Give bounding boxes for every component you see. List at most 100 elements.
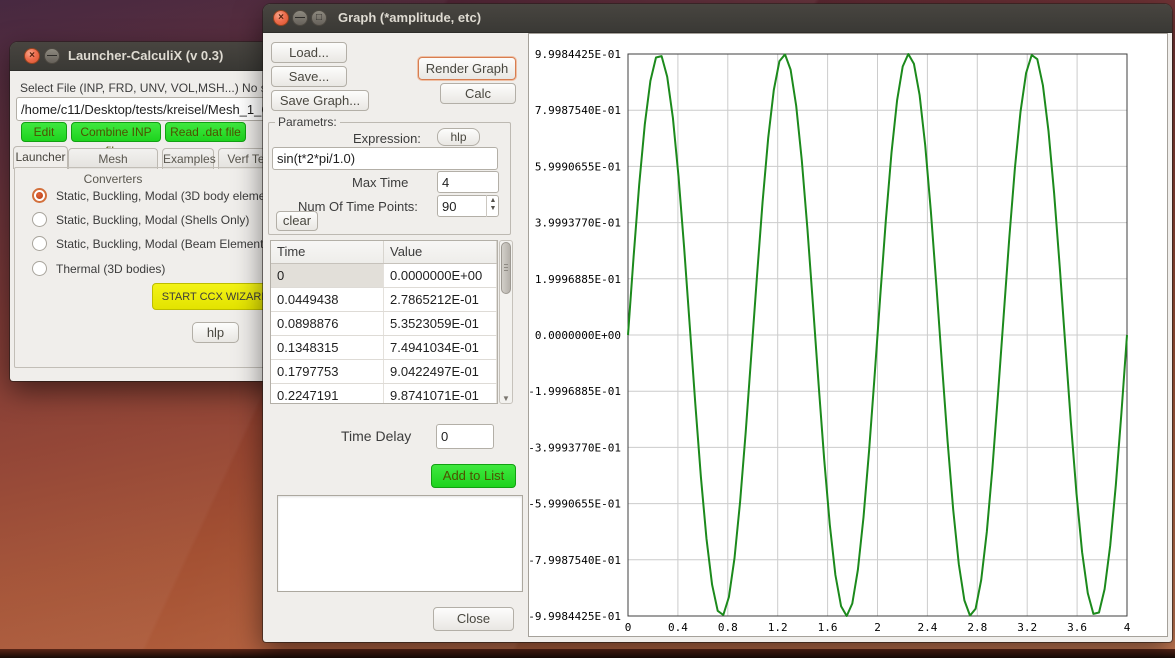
svg-text:3.2: 3.2 bbox=[1017, 621, 1037, 634]
edit-button[interactable]: Edit bbox=[21, 122, 67, 142]
time-delay-label: Time Delay bbox=[341, 428, 411, 444]
expression-input[interactable] bbox=[272, 147, 498, 170]
graph-window: × — □ Graph (*amplitude, etc) Load... Sa… bbox=[263, 4, 1172, 642]
radio-selected-icon[interactable] bbox=[32, 188, 47, 203]
table-row[interactable]: 0.17977539.0422497E-01 bbox=[271, 360, 497, 384]
minimize-icon[interactable]: — bbox=[292, 10, 308, 26]
launcher-window-title: Launcher-CalculiX (v 0.3) bbox=[68, 48, 223, 63]
radio-icon[interactable] bbox=[32, 261, 47, 276]
expression-help-button[interactable]: hlp bbox=[437, 128, 480, 146]
radio-option[interactable]: Thermal (3D bodies) bbox=[32, 260, 165, 276]
graph-titlebar[interactable]: × — □ Graph (*amplitude, etc) bbox=[263, 4, 1172, 33]
table-cell[interactable]: 0.1348315 bbox=[271, 336, 384, 359]
maximize-icon[interactable]: □ bbox=[311, 10, 327, 26]
table-row[interactable]: 0.22471919.8741071E-01 bbox=[271, 384, 497, 404]
tab-launcher[interactable]: Launcher bbox=[13, 146, 68, 169]
desktop-background: × — Launcher-CalculiX (v 0.3) Select Fil… bbox=[0, 0, 1175, 658]
bottom-edge-bar bbox=[0, 649, 1175, 658]
svg-text:0.0000000E+00: 0.0000000E+00 bbox=[535, 329, 621, 342]
save-button[interactable]: Save... bbox=[271, 66, 347, 87]
column-header-value[interactable]: Value bbox=[384, 241, 497, 263]
table-row[interactable]: 0.08988765.3523059E-01 bbox=[271, 312, 497, 336]
column-header-time[interactable]: Time bbox=[271, 241, 384, 263]
radio-option[interactable]: Static, Buckling, Modal (Beam Elements O… bbox=[32, 235, 289, 251]
expression-label: Expression: bbox=[353, 131, 421, 146]
table-row[interactable]: 0.13483157.4941034E-01 bbox=[271, 336, 497, 360]
close-icon[interactable]: × bbox=[24, 48, 40, 64]
svg-text:0: 0 bbox=[625, 621, 632, 634]
radio-icon[interactable] bbox=[32, 212, 47, 227]
radio-option-label: Thermal (3D bodies) bbox=[56, 262, 165, 276]
radio-icon[interactable] bbox=[32, 236, 47, 251]
time-value-table[interactable]: Time Value 00.0000000E+000.04494382.7865… bbox=[270, 240, 498, 404]
table-row[interactable]: 0.04494382.7865212E-01 bbox=[271, 288, 497, 312]
table-cell[interactable]: 0.2247191 bbox=[271, 384, 384, 404]
calc-button[interactable]: Calc bbox=[440, 83, 516, 104]
table-cell[interactable]: 5.3523059E-01 bbox=[384, 312, 497, 335]
graph-window-title: Graph (*amplitude, etc) bbox=[338, 10, 481, 25]
scroll-down-arrow-icon[interactable]: ▼ bbox=[500, 394, 512, 403]
svg-text:4: 4 bbox=[1124, 621, 1131, 634]
clear-button[interactable]: clear bbox=[276, 211, 318, 231]
amplitude-table-body: 00.0000000E+000.04494382.7865212E-010.08… bbox=[271, 264, 497, 404]
table-cell[interactable]: 7.4941034E-01 bbox=[384, 336, 497, 359]
svg-text:3.6: 3.6 bbox=[1067, 621, 1087, 634]
svg-text:5.9990655E-01: 5.9990655E-01 bbox=[535, 160, 621, 173]
svg-text:1.2: 1.2 bbox=[768, 621, 788, 634]
x-axis-tick-labels: 0 0.4 0.8 1.2 1.6 2 2.4 2.8 3.2 3.6 4 bbox=[625, 621, 1131, 634]
radio-option-label: Static, Buckling, Modal (Shells Only) bbox=[56, 213, 249, 227]
table-cell[interactable]: 0.0000000E+00 bbox=[384, 264, 497, 287]
svg-text:0.8: 0.8 bbox=[718, 621, 738, 634]
close-button[interactable]: Close bbox=[433, 607, 514, 631]
svg-text:9.9984425E-01: 9.9984425E-01 bbox=[535, 48, 621, 61]
table-scrollbar[interactable]: ▼ bbox=[499, 240, 513, 404]
svg-text:2.4: 2.4 bbox=[917, 621, 937, 634]
minimize-icon[interactable]: — bbox=[44, 48, 60, 64]
launcher-help-button[interactable]: hlp bbox=[192, 322, 239, 343]
spinner-arrows-icon[interactable]: ▲▼ bbox=[486, 195, 499, 217]
svg-text:-7.9987540E-01: -7.9987540E-01 bbox=[529, 554, 621, 567]
amplitude-plot-svg: 9.9984425E-01 7.9987540E-01 5.9990655E-01 3… bbox=[529, 34, 1167, 636]
add-to-list-button[interactable]: Add to List bbox=[431, 464, 516, 488]
radio-option-label: Static, Buckling, Modal (Beam Elements O… bbox=[56, 237, 289, 251]
table-row[interactable]: 00.0000000E+00 bbox=[271, 264, 497, 288]
combine-inp-files-button[interactable]: Combine INP files bbox=[71, 122, 161, 142]
load-button[interactable]: Load... bbox=[271, 42, 347, 63]
max-time-input[interactable] bbox=[437, 171, 499, 193]
read-dat-file-button[interactable]: Read .dat file bbox=[165, 122, 246, 142]
table-cell[interactable]: 0 bbox=[271, 264, 384, 287]
svg-text:2.8: 2.8 bbox=[967, 621, 987, 634]
amplitude-listbox[interactable] bbox=[277, 495, 523, 592]
tab-mesh-converters[interactable]: Mesh Converters bbox=[68, 148, 158, 169]
table-cell[interactable]: 9.8741071E-01 bbox=[384, 384, 497, 404]
render-graph-button[interactable]: Render Graph bbox=[418, 57, 516, 80]
svg-text:7.9987540E-01: 7.9987540E-01 bbox=[535, 104, 621, 117]
table-cell[interactable]: 0.0449438 bbox=[271, 288, 384, 311]
table-cell[interactable]: 0.1797753 bbox=[271, 360, 384, 383]
close-icon[interactable]: × bbox=[273, 10, 289, 26]
svg-text:0.4: 0.4 bbox=[668, 621, 688, 634]
svg-text:-9.9984425E-01: -9.9984425E-01 bbox=[529, 610, 621, 623]
graph-canvas: 9.9984425E-01 7.9987540E-01 5.9990655E-01 3… bbox=[528, 33, 1168, 637]
parameters-frame-label: Parametrs: bbox=[275, 115, 340, 129]
svg-text:1.6: 1.6 bbox=[818, 621, 838, 634]
svg-text:3.9993770E-01: 3.9993770E-01 bbox=[535, 217, 621, 230]
table-cell[interactable]: 0.0898876 bbox=[271, 312, 384, 335]
radio-option-label: Static, Buckling, Modal (3D body element… bbox=[56, 189, 281, 203]
svg-text:1.9996885E-01: 1.9996885E-01 bbox=[535, 273, 621, 286]
svg-text:-5.9990655E-01: -5.9990655E-01 bbox=[529, 498, 621, 511]
table-cell[interactable]: 9.0422497E-01 bbox=[384, 360, 497, 383]
svg-text:-1.9996885E-01: -1.9996885E-01 bbox=[529, 385, 621, 398]
svg-text:2: 2 bbox=[874, 621, 881, 634]
max-time-label: Max Time bbox=[352, 175, 408, 190]
time-delay-input[interactable] bbox=[436, 424, 494, 449]
radio-option[interactable]: Static, Buckling, Modal (3D body element… bbox=[32, 187, 281, 203]
scrollbar-thumb[interactable] bbox=[501, 242, 511, 294]
table-header[interactable]: Time Value bbox=[271, 241, 497, 264]
tab-examples[interactable]: Examples bbox=[162, 148, 214, 169]
table-cell[interactable]: 2.7865212E-01 bbox=[384, 288, 497, 311]
save-graph-button[interactable]: Save Graph... bbox=[271, 90, 369, 111]
svg-text:-3.9993770E-01: -3.9993770E-01 bbox=[529, 441, 621, 454]
num-time-points-spinbox[interactable]: ▲▼ bbox=[437, 195, 499, 217]
radio-option[interactable]: Static, Buckling, Modal (Shells Only) bbox=[32, 211, 249, 227]
